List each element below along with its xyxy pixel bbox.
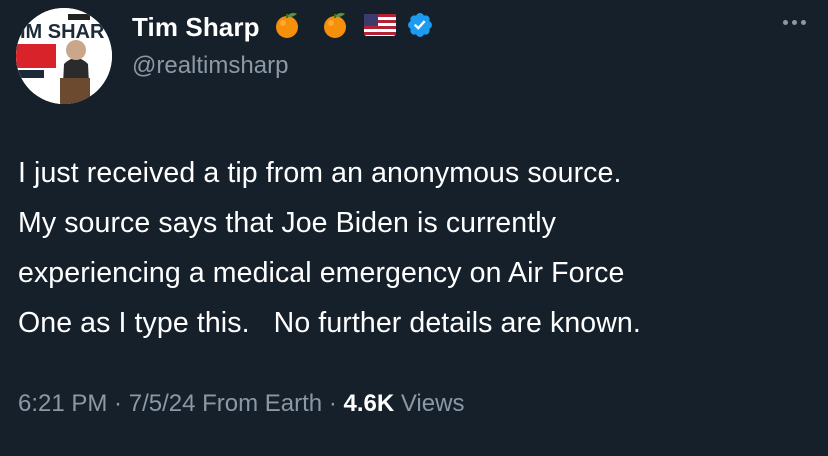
tweet-time[interactable]: 6:21 PM: [18, 390, 107, 417]
tweet-meta: 6:21 PM · 7/5/24 From Earth · 4.6K Views: [18, 390, 464, 418]
orange-emoji: [320, 10, 350, 45]
author-name-row: Tim Sharp: [132, 10, 434, 44]
meta-separator: ·: [107, 390, 129, 417]
avatar[interactable]: IM SHAR: [16, 8, 112, 104]
orange-emoji: [272, 10, 302, 45]
tweet-text-line: I just received a tip from an anonymous …: [18, 157, 622, 189]
tweet-card: IM SHAR Tim Sharp @realtimsharp I just r…: [0, 0, 828, 456]
meta-separator: ·: [322, 390, 344, 417]
author-handle[interactable]: @realtimsharp: [132, 52, 288, 80]
tweet-text-line: One as I type this. No further details a…: [18, 307, 641, 339]
more-options-icon[interactable]: [783, 20, 806, 25]
avatar-sign-text: IM SHAR: [20, 21, 105, 43]
tweet-text: I just received a tip from an anonymous …: [18, 148, 808, 348]
verified-badge-icon[interactable]: [406, 11, 434, 44]
tweet-date[interactable]: 7/5/24: [129, 390, 196, 417]
tweet-source: From Earth: [202, 390, 323, 417]
views-count[interactable]: 4.6K: [343, 390, 394, 417]
tweet-text-line: My source says that Joe Biden is current…: [18, 207, 557, 239]
author-display-name[interactable]: Tim Sharp: [132, 12, 260, 43]
us-flag-emoji: [363, 13, 396, 41]
tweet-text-line: experiencing a medical emergency on Air …: [18, 257, 625, 289]
views-label: Views: [400, 390, 465, 417]
